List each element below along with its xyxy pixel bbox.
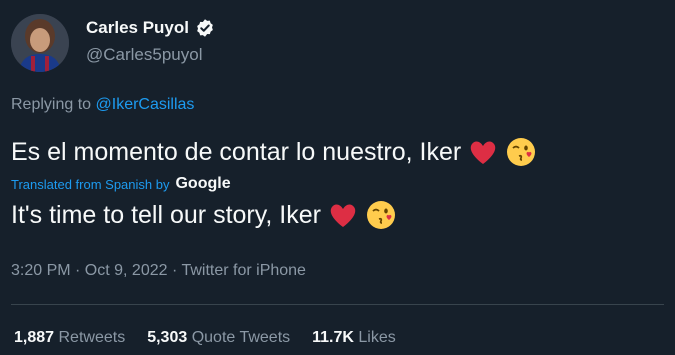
google-logo: Google	[175, 175, 231, 192]
tweet-stats: 1,887 Retweets 5,303 Quote Tweets 11.7K …	[14, 329, 396, 347]
avatar[interactable]	[11, 14, 69, 72]
likes-label: Likes	[358, 329, 396, 346]
tweet-translated-text: It's time to tell our story, Iker	[11, 199, 397, 231]
red-heart-emoji	[327, 199, 359, 231]
likes-stat[interactable]: 11.7K Likes	[312, 329, 396, 347]
tweet-meta[interactable]: 3:20 PM · Oct 9, 2022 · Twitter for iPho…	[11, 262, 306, 280]
red-heart-emoji	[467, 136, 499, 168]
retweets-stat[interactable]: 1,887 Retweets	[14, 329, 125, 347]
reply-target-link[interactable]: @IkerCasillas	[96, 96, 195, 113]
kissing-face-emoji	[505, 136, 537, 168]
replying-to: Replying to @IkerCasillas	[11, 96, 194, 114]
retweets-count: 1,887	[14, 329, 55, 346]
translation-note: Translated from Spanish by Google	[11, 175, 231, 193]
original-text: Es el momento de contar lo nuestro, Iker	[11, 137, 462, 166]
author-handle[interactable]: @Carles5puyol	[86, 45, 202, 65]
kissing-face-emoji	[365, 199, 397, 231]
likes-count: 11.7K	[312, 329, 354, 346]
translated-text: It's time to tell our story, Iker	[11, 200, 321, 229]
divider	[11, 304, 664, 305]
replying-to-prefix: Replying to	[11, 96, 92, 113]
verified-badge-icon	[195, 18, 215, 38]
quotes-count: 5,303	[147, 329, 188, 346]
author-name-row[interactable]: Carles Puyol	[86, 18, 215, 38]
quotes-label: Quote Tweets	[191, 329, 291, 346]
translation-note-text: Translated from Spanish by	[11, 176, 170, 192]
author-name[interactable]: Carles Puyol	[86, 18, 189, 38]
retweets-label: Retweets	[58, 329, 126, 346]
quote-tweets-stat[interactable]: 5,303 Quote Tweets	[147, 329, 290, 347]
tweet-original-text: Es el momento de contar lo nuestro, Iker	[11, 136, 537, 168]
